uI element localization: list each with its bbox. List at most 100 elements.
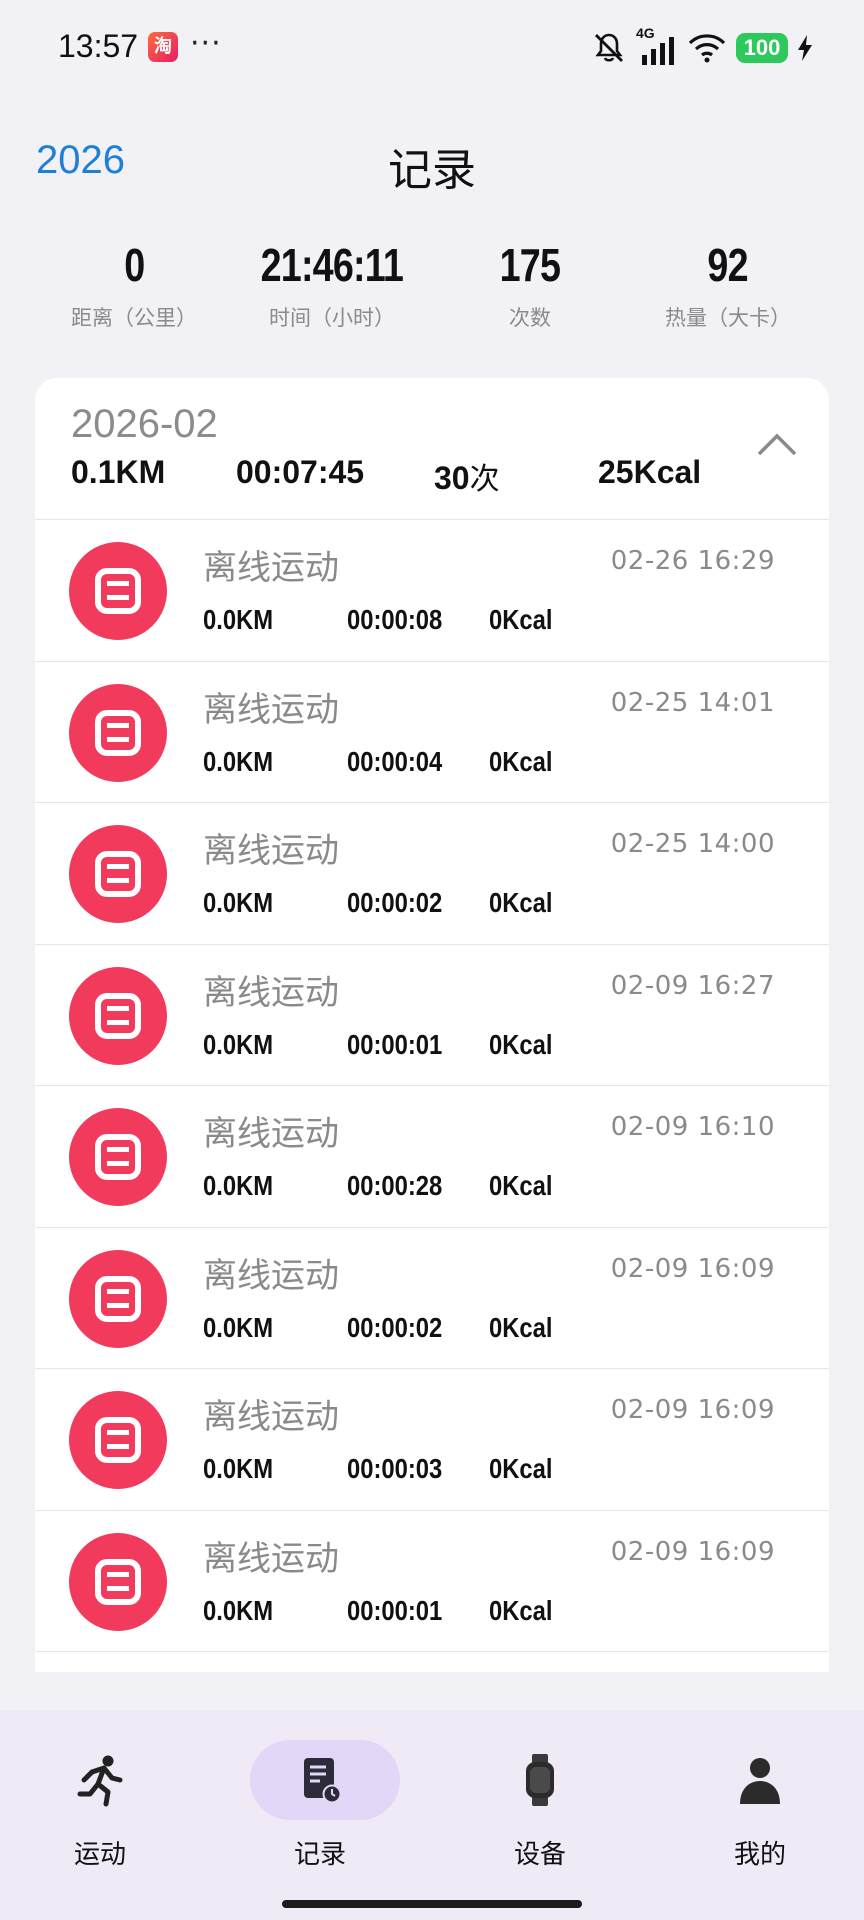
wifi-icon	[688, 34, 726, 63]
record-list: 离线运动 02-26 16:29 0.0KM 00:00:08 0Kcal 离线运动 02-…	[35, 520, 829, 1652]
record-date: 02-25 14:00	[610, 829, 775, 859]
nav-label: 记录	[293, 1840, 346, 1870]
record-name: 离线运动	[203, 689, 339, 730]
record-distance: 0.0KM	[203, 1594, 274, 1626]
record-distance: 0.0KM	[203, 887, 274, 918]
offline-sport-icon	[69, 542, 167, 640]
month-stats: 0.1KM 00:07:45 30次 25Kcal	[71, 454, 711, 500]
mute-bell-icon	[595, 33, 623, 62]
record-calories: 0Kcal	[489, 1453, 553, 1484]
month-count: 30次	[434, 454, 500, 498]
record-row[interactable]: 离线运动 02-09 16:10 0.0KM 00:00:28 0Kcal	[35, 1086, 829, 1228]
bottom-navigation: 运动 记录 设备 我的	[0, 1710, 864, 1920]
nav-label: 运动	[73, 1840, 126, 1870]
nav-label: 我的	[733, 1840, 786, 1870]
record-date: 02-25 14:01	[610, 687, 775, 718]
record-calories: 0Kcal	[489, 745, 553, 777]
summary-label: 距离（公里）	[71, 306, 197, 330]
record-row[interactable]: 离线运动 02-09 16:09 0.0KM 00:00:03 0Kcal	[35, 1369, 829, 1511]
record-distance: 0.0KM	[203, 1028, 274, 1060]
record-calories: 0Kcal	[489, 604, 553, 635]
record-name: 离线运动	[203, 1255, 339, 1296]
record-row[interactable]: 离线运动 02-09 16:27 0.0KM 00:00:01 0Kcal	[35, 945, 829, 1086]
summary-label: 热量（大卡）	[665, 306, 791, 330]
status-more-icon: ···	[190, 26, 222, 61]
record-distance: 0.0KM	[203, 745, 274, 777]
chevron-up-icon[interactable]	[755, 428, 799, 458]
offline-sport-icon	[69, 1391, 167, 1489]
record-duration: 00:00:03	[347, 1453, 443, 1484]
summary-count: 175 次数	[430, 238, 630, 332]
record-date: 02-09 16:09	[610, 1536, 775, 1567]
status-bar: 13:57 淘 ··· 4G 100	[0, 0, 864, 96]
record-duration: 00:00:08	[347, 604, 443, 635]
record-row[interactable]: 离线运动 02-09 16:09 0.0KM 00:00:02 0Kcal	[35, 1228, 829, 1369]
offline-sport-icon	[69, 683, 167, 782]
charging-bolt-icon	[798, 35, 812, 61]
month-header[interactable]: 2026-02 0.1KM 00:07:45 30次 25Kcal	[35, 378, 829, 520]
nav-tab-device[interactable]: 设备	[450, 1734, 630, 1874]
record-duration: 00:00:01	[347, 1028, 443, 1060]
record-calories: 0Kcal	[489, 887, 553, 918]
cellular-signal-icon: 4G	[636, 25, 678, 65]
record-distance: 0.0KM	[203, 1453, 274, 1484]
record-date: 02-09 16:09	[610, 1395, 775, 1425]
record-row[interactable]: 离线运动 02-09 16:09 0.0KM 00:00:01 0Kcal	[35, 1511, 829, 1652]
month-distance: 0.1KM	[71, 454, 166, 490]
record-date: 02-09 16:27	[610, 970, 775, 1001]
record-name: 离线运动	[203, 972, 339, 1013]
status-indicators: 4G 100	[592, 25, 812, 68]
summary-time: 21:46:11 时间（小时）	[232, 238, 432, 332]
month-records-card: 2026-02 0.1KM 00:07:45 30次 25Kcal 离线运动 02…	[35, 378, 829, 1672]
record-duration: 00:00:02	[347, 1311, 443, 1343]
record-row[interactable]: 离线运动 02-26 16:29 0.0KM 00:00:08 0Kcal	[35, 520, 829, 662]
offline-sport-icon	[69, 1532, 167, 1631]
yearly-summary: 0 距离（公里） 21:46:11 时间（小时） 175 次数 92 热量（大卡…	[0, 238, 864, 348]
user-profile-icon	[740, 1758, 780, 1804]
record-name: 离线运动	[203, 1397, 339, 1437]
record-duration: 00:00:04	[347, 745, 443, 777]
summary-value: 92	[707, 239, 749, 291]
smartwatch-icon	[526, 1754, 554, 1806]
record-date: 02-09 16:10	[610, 1112, 775, 1142]
page-title: 记录	[388, 145, 476, 196]
month-count-unit: 次	[469, 462, 500, 497]
nav-label: 设备	[513, 1840, 566, 1870]
nav-tab-profile[interactable]: 我的	[670, 1734, 850, 1874]
record-date: 02-09 16:09	[610, 1253, 775, 1284]
record-name: 离线运动	[203, 1538, 339, 1579]
record-calories: 0Kcal	[489, 1028, 553, 1060]
page-header: 2026 记录	[0, 130, 864, 200]
offline-sport-icon	[69, 1108, 167, 1206]
month-count-value: 30	[434, 460, 470, 496]
record-row[interactable]: 离线运动 02-25 14:00 0.0KM 00:00:02 0Kcal	[35, 803, 829, 945]
nav-tab-sport[interactable]: 运动	[10, 1734, 190, 1874]
record-duration: 00:00:02	[347, 887, 443, 918]
home-indicator	[282, 1900, 582, 1908]
running-person-icon	[77, 1755, 123, 1807]
record-calories: 0Kcal	[489, 1311, 553, 1343]
summary-value: 21:46:11	[260, 239, 404, 291]
record-duration: 00:00:01	[347, 1594, 443, 1626]
record-name: 离线运动	[203, 1114, 339, 1154]
record-calories: 0Kcal	[489, 1594, 553, 1626]
month-calories: 25Kcal	[598, 454, 702, 490]
summary-label: 时间（小时）	[269, 306, 395, 330]
battery-indicator: 100	[736, 33, 788, 63]
summary-value: 0	[123, 239, 145, 291]
record-document-icon	[304, 1758, 342, 1804]
record-distance: 0.0KM	[203, 604, 274, 635]
month-duration: 00:07:45	[236, 454, 365, 490]
month-title: 2026-02	[71, 402, 218, 446]
record-row[interactable]: 离线运动 02-25 14:01 0.0KM 00:00:04 0Kcal	[35, 662, 829, 803]
taobao-app-icon: 淘	[148, 32, 178, 62]
record-duration: 00:00:28	[347, 1170, 443, 1201]
offline-sport-icon	[69, 1249, 167, 1348]
summary-label: 次数	[509, 306, 551, 330]
record-date: 02-26 16:29	[610, 546, 775, 576]
summary-value: 175	[499, 239, 561, 291]
offline-sport-icon	[69, 966, 167, 1065]
offline-sport-icon	[69, 825, 167, 923]
nav-tab-records[interactable]: 记录	[230, 1734, 410, 1874]
record-distance: 0.0KM	[203, 1311, 274, 1343]
